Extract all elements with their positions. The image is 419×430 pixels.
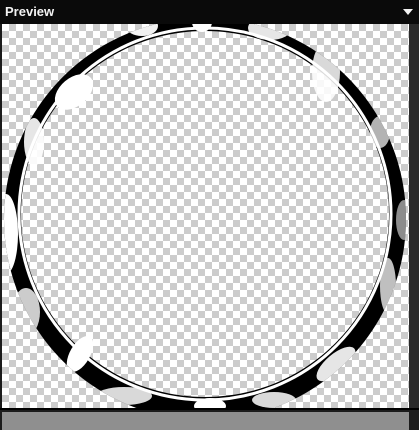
statusbar-fill	[2, 412, 409, 430]
preview-canvas[interactable]	[2, 24, 409, 408]
panel-right-edge	[409, 24, 419, 408]
preview-panel: Preview	[0, 0, 419, 430]
ring-preview-image	[4, 24, 407, 408]
chevron-down-icon[interactable]	[401, 5, 415, 19]
panel-title: Preview	[5, 4, 55, 19]
panel-titlebar[interactable]: Preview	[0, 0, 419, 24]
panel-statusbar	[0, 408, 419, 430]
